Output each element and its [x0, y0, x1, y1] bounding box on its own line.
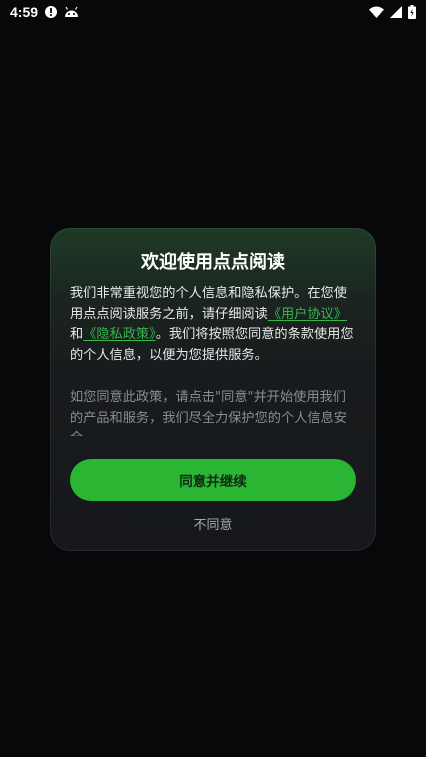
disagree-button[interactable]: 不同意 — [50, 514, 376, 533]
privacy-dialog: 欢迎使用点点阅读 我们非常重视您的个人信息和隐私保护。在您使用点点阅读服务之前，… — [50, 228, 376, 551]
body-text-and: 和 — [70, 327, 84, 342]
status-right — [369, 5, 416, 19]
dialog-title: 欢迎使用点点阅读 — [141, 252, 285, 273]
status-left: 4:59 — [10, 4, 79, 20]
status-bar: 4:59 — [0, 0, 426, 24]
dialog-sub-text: 如您同意此政策，请点击"同意"并开始使用我们的产品和服务，我们尽全力保护您的个人… — [70, 390, 347, 436]
wifi-icon — [369, 6, 384, 18]
privacy-policy-link[interactable]: 《隐私政策》 — [83, 327, 156, 342]
dialog-body-text: 我们非常重视您的个人信息和隐私保护。在您使用点点阅读服务之前，请仔细阅读《用户协… — [70, 284, 358, 366]
alert-icon — [44, 5, 58, 19]
android-icon — [64, 6, 79, 18]
agree-continue-button[interactable]: 同意并继续 — [70, 459, 356, 501]
battery-icon — [408, 5, 416, 19]
status-time: 4:59 — [10, 4, 39, 20]
user-agreement-link[interactable]: 《用户协议》 — [268, 307, 347, 322]
signal-icon — [390, 6, 402, 18]
